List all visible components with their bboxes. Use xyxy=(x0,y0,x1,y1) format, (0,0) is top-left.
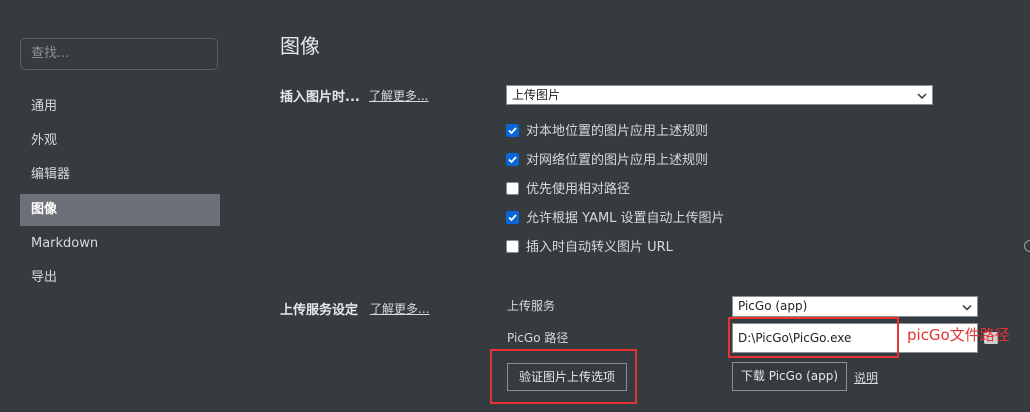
upload-service-label: 上传服务 xyxy=(507,299,556,313)
option-relative-path[interactable]: 优先使用相对路径 xyxy=(506,181,630,199)
option-label: 插入时自动转义图片 URL xyxy=(526,240,673,255)
sidebar-item-editor[interactable]: 编辑器 xyxy=(20,159,220,191)
option-apply-network[interactable]: 对网络位置的图片应用上述规则 xyxy=(506,152,708,170)
sidebar-item-image[interactable]: 图像 xyxy=(20,194,220,226)
upload-settings-label: 上传服务设定 xyxy=(280,303,359,318)
insert-learn-more-link[interactable]: 了解更多... xyxy=(369,87,428,104)
checkbox-unchecked-icon[interactable] xyxy=(506,182,519,195)
download-picgo-button[interactable]: 下载 PicGo (app) xyxy=(732,362,847,391)
page-title: 图像 xyxy=(280,34,320,58)
insert-action-value: 上传图片 xyxy=(512,88,561,102)
sidebar-item-appearance[interactable]: 外观 xyxy=(20,125,220,157)
annotation-text: picGo文件路径 xyxy=(907,326,1010,344)
chevron-down-icon xyxy=(962,297,972,316)
option-yaml-upload[interactable]: 允许根据 YAML 设置自动上传图片 xyxy=(506,210,725,228)
sidebar-item-general[interactable]: 通用 xyxy=(20,91,220,123)
verify-annotation-box xyxy=(490,349,637,404)
upload-learn-more-link[interactable]: 了解更多... xyxy=(370,300,429,317)
upload-service-value: PicGo (app) xyxy=(738,299,808,313)
insert-image-label: 插入图片时... xyxy=(280,90,360,105)
option-escape-url[interactable]: 插入时自动转义图片 URL xyxy=(506,239,673,257)
checkbox-checked-icon[interactable] xyxy=(506,124,519,137)
sidebar-item-markdown[interactable]: Markdown xyxy=(20,228,220,260)
option-label: 对网络位置的图片应用上述规则 xyxy=(526,153,709,168)
sidebar-item-export[interactable]: 导出 xyxy=(20,262,220,294)
insert-action-select[interactable]: 上传图片 xyxy=(506,85,933,105)
option-label: 允许根据 YAML 设置自动上传图片 xyxy=(526,211,725,226)
option-label: 优先使用相对路径 xyxy=(526,182,631,197)
checkbox-checked-icon[interactable] xyxy=(506,211,519,224)
checkbox-unchecked-icon[interactable] xyxy=(506,240,519,253)
chevron-down-icon xyxy=(917,86,927,104)
path-annotation-box xyxy=(728,317,899,358)
option-label: 对本地位置的图片应用上述规则 xyxy=(526,124,709,139)
option-apply-local[interactable]: 对本地位置的图片应用上述规则 xyxy=(506,123,708,141)
search-input[interactable]: 查找... xyxy=(20,38,218,70)
checkbox-checked-icon[interactable] xyxy=(506,153,519,166)
picgo-path-label: PicGo 路径 xyxy=(507,331,569,345)
info-icon[interactable] xyxy=(1024,240,1030,252)
upload-service-select[interactable]: PicGo (app) xyxy=(732,296,978,317)
help-link[interactable]: 说明 xyxy=(854,369,878,386)
